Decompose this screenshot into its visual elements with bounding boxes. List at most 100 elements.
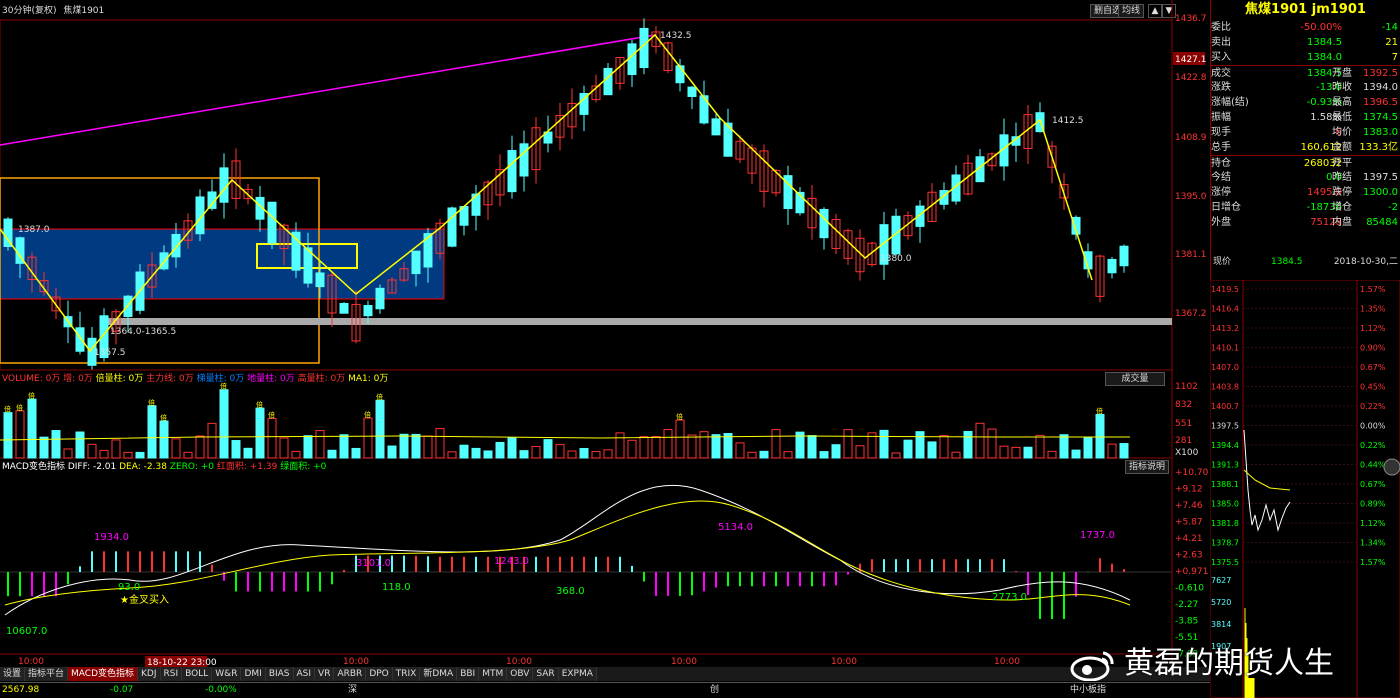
tab-6[interactable]: W&R — [212, 667, 242, 681]
volume-mark: 倍 — [16, 403, 23, 412]
volume-mark: 倍 — [376, 392, 383, 401]
quote-row: 成交 1384.5 开盘 1392.5 — [1211, 65, 1400, 80]
tab-18[interactable]: SAR — [533, 667, 559, 681]
candle-body — [423, 233, 433, 268]
volume-bar — [327, 449, 337, 459]
volume-bar — [291, 450, 301, 459]
volume-bar — [759, 450, 769, 459]
candle-body — [675, 65, 685, 84]
quote-value-2: 1394.0 — [1363, 82, 1398, 93]
tab-5[interactable]: BOLL — [182, 667, 213, 681]
tab-15[interactable]: BBI — [457, 667, 480, 681]
volume-bar — [243, 447, 253, 459]
quote-value-2: 1383.0 — [1363, 127, 1398, 138]
volume-bar — [519, 450, 529, 459]
high-annotation: 1432.5 — [660, 31, 692, 41]
quote-row: 外盘 75128 内盘 85484 — [1211, 215, 1400, 230]
intraday-plot[interactable]: 1419.5 1416.4 1413.2 1410.1 1407.0 1403.8 1400… — [1210, 280, 1400, 698]
indicator-help-button[interactable]: 指标说明 — [1125, 460, 1170, 474]
volume-bar — [75, 431, 85, 459]
volume-mark: 倍 — [676, 412, 683, 421]
volume-bar — [843, 429, 853, 459]
macd-value-label: 3101.0 — [356, 558, 391, 569]
volume-bar — [99, 449, 109, 459]
macd-value-label: 1737.0 — [1080, 530, 1115, 541]
quote-label-2: 昨收 — [1332, 82, 1352, 93]
volume-mark: 倍 — [1096, 407, 1103, 416]
intraday-left-tick: 1375.5 — [1211, 558, 1239, 567]
macd-value-label: 1243.0 — [494, 556, 529, 567]
volume-bar — [1047, 450, 1057, 459]
volume-legend-item: 增: 0万 — [63, 374, 96, 384]
tab-3[interactable]: KDJ — [138, 667, 161, 681]
tab-17[interactable]: OBV — [507, 667, 534, 681]
quote-value-2: 133.3亿 — [1359, 142, 1398, 153]
volume-bar — [891, 452, 901, 459]
tab-0[interactable]: 设置 — [0, 667, 26, 681]
time-tick: 10:00 — [343, 657, 369, 667]
tab-9[interactable]: ASI — [293, 667, 316, 681]
intraday-right-tick: 1.12% — [1360, 519, 1386, 528]
tab-2[interactable]: MACD变色指标 — [68, 667, 139, 681]
tab-7[interactable]: DMI — [241, 667, 266, 681]
volume-bar — [447, 451, 457, 459]
tab-4[interactable]: RSI — [160, 667, 183, 681]
volume-bar — [855, 445, 865, 459]
chart-canvas[interactable]: 1432.5 1357.5 1387.0 1364.0-1365.5 1380.0 141… — [0, 0, 1210, 667]
volume-mark: 倍 — [148, 398, 155, 407]
volume-bar — [459, 444, 469, 459]
candle-body — [627, 43, 637, 76]
tab-16[interactable]: MTM — [479, 667, 508, 681]
candle-body — [1107, 258, 1117, 274]
intraday-chart[interactable]: 1419.5 1416.4 1413.2 1410.1 1407.0 1403.8 1400… — [1210, 280, 1400, 698]
price-tick: 1395.0 — [1175, 192, 1207, 202]
time-tick: 10:00 — [994, 657, 1020, 667]
quote-label: 涨停 — [1211, 187, 1231, 198]
tab-13[interactable]: TRIX — [392, 667, 421, 681]
candle-body — [75, 327, 85, 352]
quote-label: 现手 — [1211, 127, 1231, 138]
candle-body — [711, 118, 721, 136]
volume-bar — [279, 437, 289, 459]
watermark-text: 黄磊的期货人生 — [1124, 646, 1334, 681]
tab-11[interactable]: ARBR — [334, 667, 367, 681]
volume-bar — [159, 420, 169, 459]
tab-1[interactable]: 指标平台 — [25, 667, 69, 681]
volume-button[interactable]: 成交量 — [1105, 372, 1165, 386]
tab-19[interactable]: EXPMA — [558, 667, 597, 681]
volume-bar — [567, 450, 577, 459]
volume-bar — [987, 428, 997, 459]
intraday-left-tick: 1397.5 — [1211, 422, 1239, 431]
volume-bar — [675, 419, 685, 459]
status-item: 深 — [348, 685, 358, 695]
volume-legend-item: VOLUME: 0万 — [2, 374, 64, 384]
intraday-side-button[interactable] — [1383, 458, 1400, 476]
volume-bar — [1119, 443, 1129, 459]
intraday-right-tick: 0.00% — [1360, 422, 1386, 431]
macd-tick: -2.27 — [1175, 600, 1198, 610]
macd-chart[interactable]: 1934.0 93.0 10607.0 3101.0 118.0 1243.0 368.0 5… — [0, 484, 1172, 637]
volume-bar — [471, 447, 481, 459]
now-value: 1384.5 — [1271, 257, 1303, 267]
quote-label: 买入 — [1211, 52, 1231, 63]
tab-10[interactable]: VR — [315, 667, 335, 681]
macd-legend-item: 红面积: +1.39 — [216, 462, 281, 472]
volume-bar — [603, 449, 613, 459]
quote-value-2: 7 — [1391, 52, 1398, 63]
quote-label-2: 跌停 — [1332, 187, 1352, 198]
intraday-left-tick: 1378.7 — [1211, 539, 1239, 548]
quote-row: 持仓 268032 开平 — [1211, 155, 1400, 170]
volume-bar — [531, 445, 541, 459]
tab-14[interactable]: 新DMA — [420, 667, 458, 681]
volume-tick: 1102 — [1175, 382, 1198, 392]
volume-tick: 281 — [1175, 436, 1192, 446]
quote-value-2: 21 — [1385, 37, 1398, 48]
tab-12[interactable]: DPO — [366, 667, 393, 681]
macd-tick: +5.87 — [1175, 518, 1203, 528]
intraday-right-tick: 0.89% — [1360, 500, 1386, 509]
tab-8[interactable]: BIAS — [265, 667, 294, 681]
status-item: -0.07 — [110, 685, 134, 695]
quote-row: 卖出 1384.5 21 — [1211, 35, 1400, 50]
volume-bar — [579, 447, 589, 459]
volume-bar — [975, 422, 985, 459]
